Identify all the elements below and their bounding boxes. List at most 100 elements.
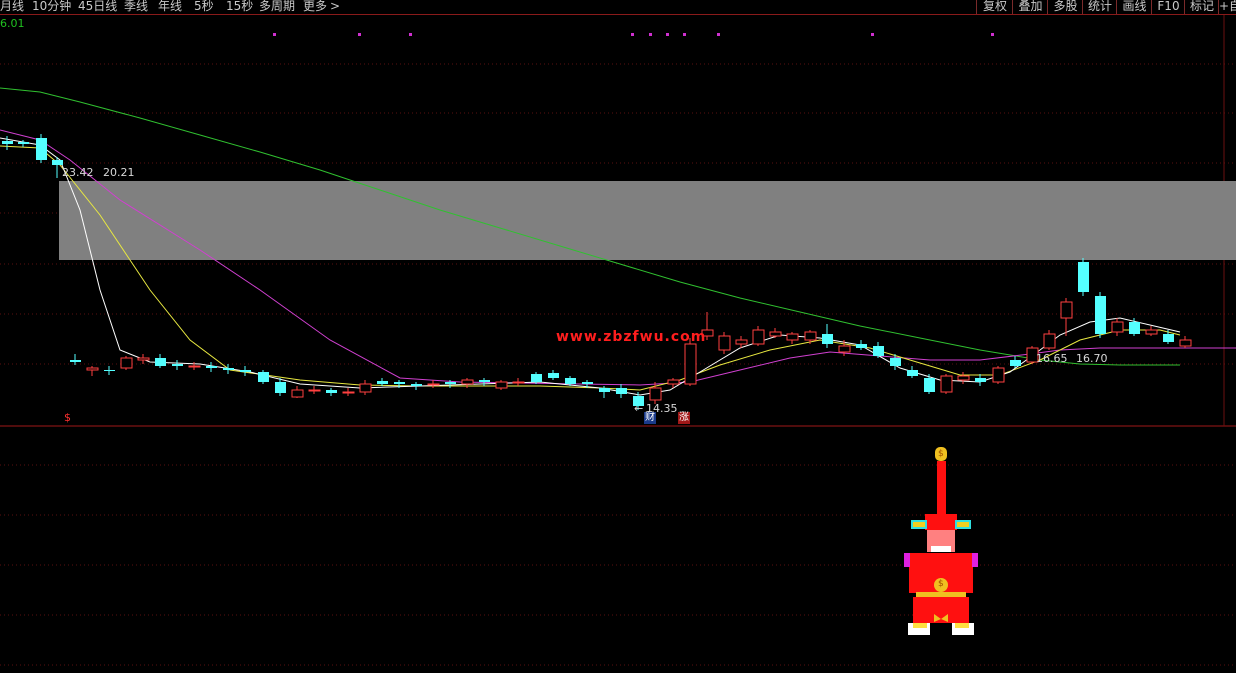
candle-body <box>1043 333 1056 349</box>
high-price-label-left: 23.42 <box>62 166 94 179</box>
candle-body <box>822 334 833 344</box>
candle-body <box>36 138 47 160</box>
signal-dot <box>666 33 669 36</box>
mascot-hat <box>925 514 957 530</box>
candle-body <box>907 370 918 376</box>
candle-body <box>377 381 388 384</box>
high-price-label-right: 20.21 <box>103 166 135 179</box>
finance-badge[interactable]: 财 <box>644 412 656 424</box>
mascot-boot <box>955 623 969 628</box>
mascot-sleeve <box>972 553 978 567</box>
candle-body <box>565 378 576 384</box>
candle-body <box>427 383 440 386</box>
lower-grid <box>0 464 1236 666</box>
candle-body <box>2 141 13 144</box>
right-price-label-left: 16.65 <box>1036 352 1068 365</box>
belly-money-icon: $ <box>938 579 944 589</box>
signal-dot <box>273 33 276 36</box>
mascot-figure <box>904 447 978 635</box>
candle-body <box>461 379 474 385</box>
signal-dot <box>717 33 720 36</box>
candle-body <box>188 365 201 368</box>
pressure-band <box>59 181 1236 260</box>
signal-dots <box>273 33 994 36</box>
candle-body <box>258 372 269 382</box>
candle-body <box>856 344 867 348</box>
signal-mark: $ <box>64 411 71 424</box>
candle-body <box>684 343 697 385</box>
candle-body <box>1095 296 1106 334</box>
candle-body <box>718 335 731 351</box>
candle-body <box>479 380 490 382</box>
mascot-boot <box>913 623 927 628</box>
candle-body <box>873 346 884 356</box>
candle-body <box>769 331 782 337</box>
rise-badge[interactable]: 涨 <box>678 412 690 424</box>
candlestick-series <box>2 134 1192 410</box>
candle-body <box>342 391 355 394</box>
candle-body <box>137 357 150 361</box>
candle-body <box>940 375 953 393</box>
candle-body <box>924 378 935 392</box>
candle-body <box>445 382 456 384</box>
candle-body <box>411 384 422 386</box>
candle-body <box>206 366 217 368</box>
candle-body <box>975 378 986 382</box>
signal-dot <box>991 33 994 36</box>
candle-body <box>275 382 286 393</box>
candle-body <box>104 370 115 371</box>
signal-dot <box>683 33 686 36</box>
candle-body <box>52 160 63 165</box>
candle-body <box>359 383 372 393</box>
candle-body <box>649 387 662 401</box>
candle-body <box>1111 321 1124 333</box>
mascot-robe <box>913 597 969 623</box>
ma-white-line <box>0 137 1181 396</box>
mascot-hat-wing <box>913 522 925 527</box>
candle-body <box>531 374 542 382</box>
candle-body <box>890 358 901 366</box>
candle-body <box>582 382 593 384</box>
candle-body <box>992 367 1005 383</box>
candle-body <box>326 390 337 393</box>
candle-body <box>155 358 166 366</box>
candle-body <box>512 381 525 384</box>
candle-body <box>172 364 183 366</box>
candle-body <box>548 373 559 378</box>
candle-body <box>735 339 748 345</box>
right-price-label-right: 16.70 <box>1076 352 1108 365</box>
candle-body <box>1145 329 1158 335</box>
candle-body <box>752 329 765 345</box>
candle-body <box>786 333 799 341</box>
candle-body <box>1010 360 1021 366</box>
candle-body <box>804 331 817 341</box>
candle-body <box>957 375 970 381</box>
candle-body <box>1163 334 1174 342</box>
mascot-beard <box>931 546 951 552</box>
watermark-text: www.zbzfwu.com <box>556 329 707 345</box>
signal-dot <box>631 33 634 36</box>
candle-body <box>18 142 29 144</box>
mascot-belt <box>916 592 966 597</box>
candle-body <box>240 370 251 372</box>
candle-body <box>1078 262 1089 292</box>
signal-dot <box>409 33 412 36</box>
candle-body <box>616 388 627 394</box>
candle-body <box>1060 301 1073 319</box>
signal-dot <box>358 33 361 36</box>
candle-body <box>308 389 321 392</box>
candle-body <box>223 368 234 370</box>
mascot-staff <box>937 461 946 515</box>
candle-body <box>599 388 610 392</box>
signal-dot <box>871 33 874 36</box>
candle-body <box>1179 339 1192 347</box>
candle-body <box>394 382 405 384</box>
mascot-hat-wing <box>957 522 969 527</box>
money-bag-icon: $ <box>938 449 944 459</box>
signal-dot <box>649 33 652 36</box>
mascot-sleeve <box>904 553 910 567</box>
low-price-arrow: ← <box>634 402 644 415</box>
candle-body <box>70 360 81 362</box>
candle-body <box>291 389 304 398</box>
candle-body <box>1129 322 1140 334</box>
